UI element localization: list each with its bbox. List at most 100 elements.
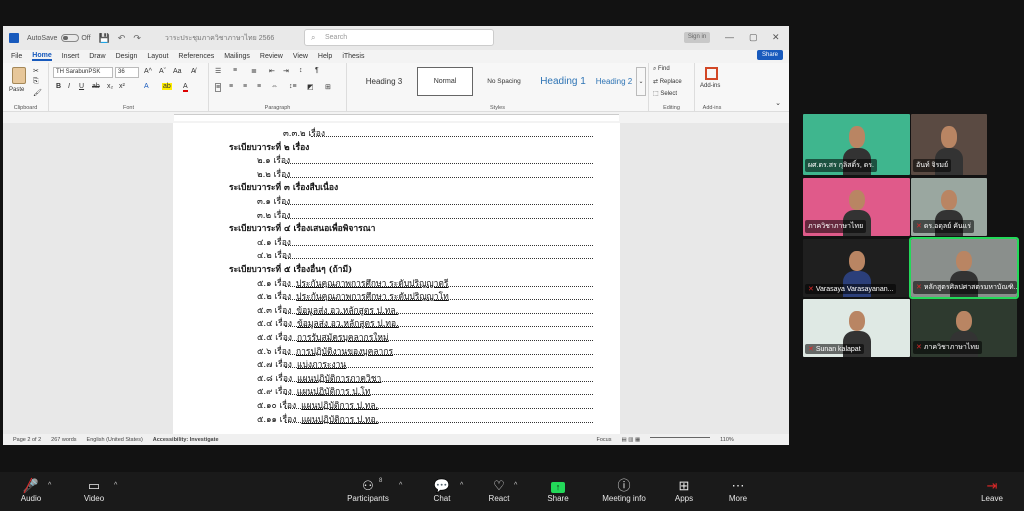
agenda-item[interactable]: ๓.๓.๒ เรื่อง — [283, 126, 330, 140]
participant-tile[interactable]: ✕ Sunan kalapat — [803, 299, 910, 357]
find-button[interactable]: ⌕ Find — [653, 66, 670, 73]
react-button[interactable]: ♡ React — [483, 477, 515, 503]
styles-scroll[interactable]: ⌄ — [636, 67, 646, 96]
undo-icon[interactable]: ↶ — [118, 33, 126, 44]
collapse-ribbon-icon[interactable]: ⌄ — [775, 99, 781, 107]
chat-options-icon[interactable]: ^ — [460, 482, 463, 489]
grow-font-icon[interactable]: A^ — [144, 68, 152, 75]
page-count[interactable]: Page 2 of 2 — [13, 437, 41, 443]
align-right-icon[interactable]: ≡ — [243, 83, 247, 90]
react-options-icon[interactable]: ^ — [514, 482, 517, 489]
tab-draw[interactable]: Draw — [89, 53, 105, 60]
line-spacing-icon[interactable]: ↕≡ — [289, 83, 297, 90]
style-no-spacing[interactable]: No Spacing — [475, 67, 533, 96]
format-painter-icon[interactable]: 🖌 — [33, 89, 42, 97]
show-marks-icon[interactable]: ¶ — [315, 67, 319, 74]
style-heading-3[interactable]: Heading 3 — [353, 67, 415, 96]
leave-button[interactable]: ⇥ Leave — [976, 477, 1008, 503]
increase-indent-icon[interactable]: ⇥ — [283, 67, 289, 75]
agenda-item[interactable]: ๔.๑ เรื่อง — [257, 235, 296, 249]
agenda-item[interactable]: ๕.๒ เรื่อง ประกันคุณภาพการศึกษา ระดับปริญ… — [257, 289, 449, 303]
replace-button[interactable]: ⇄ Replace — [653, 78, 682, 85]
video-button[interactable]: ▭ Video — [78, 477, 110, 503]
paste-label[interactable]: Paste — [9, 87, 24, 93]
video-options-icon[interactable]: ^ — [114, 482, 117, 489]
decrease-indent-icon[interactable]: ⇤ — [269, 67, 275, 75]
participant-tile[interactable]: ✕ ดร.อดุลย์ คันแร่ — [911, 178, 987, 236]
participant-tile[interactable]: ผศ.ดร.สร กุลิสติ์ร, ดร. — [803, 114, 910, 175]
autosave-toggle[interactable] — [61, 34, 80, 42]
style-normal[interactable]: Normal — [417, 67, 473, 96]
addins-label[interactable]: Add-ins — [700, 83, 720, 89]
borders-icon[interactable]: ⊞ — [325, 83, 331, 91]
focus-button[interactable]: Focus — [597, 437, 612, 443]
agenda-item[interactable]: ๕.๑๐ เรื่อง แผนปฏิบัติการ ป.ทล. — [257, 398, 378, 412]
tab-references[interactable]: References — [178, 53, 214, 60]
participants-options-icon[interactable]: ^ — [399, 482, 402, 489]
participant-tile[interactable]: ✕ ภาควิชาภาษาไทย — [911, 299, 1017, 357]
distributed-icon[interactable]: ⇔ — [271, 83, 278, 90]
share-button[interactable]: Share — [756, 50, 783, 60]
agenda-heading[interactable]: ระเบียบวาระที่ ๔ เรื่องเสนอเพื่อพิจารณา — [229, 221, 375, 235]
zoom-slider[interactable] — [650, 437, 711, 438]
font-color-icon[interactable]: A — [183, 83, 188, 92]
ruler[interactable] — [174, 114, 619, 121]
search-input[interactable]: ⌕ Search — [304, 29, 494, 46]
participant-tile[interactable]: ภาควิชาภาษาไทย — [803, 178, 910, 236]
italic-icon[interactable]: I — [68, 83, 70, 90]
justify-icon[interactable]: ≡ — [257, 83, 261, 90]
agenda-heading[interactable]: ระเบียบวาระที่ ๕ เรื่องอื่นๆ (ถ้ามี) — [229, 262, 352, 276]
multilevel-list-icon[interactable]: ≣ — [251, 67, 257, 75]
apps-button[interactable]: ⊞ Apps — [668, 477, 700, 503]
cut-icon[interactable]: ✂ — [33, 67, 39, 75]
save-icon[interactable]: 💾 — [99, 33, 110, 44]
tab-view[interactable]: View — [293, 53, 308, 60]
font-size-select[interactable]: 36 — [115, 67, 139, 78]
share-screen-button[interactable]: ↑ Share — [541, 477, 575, 503]
tab-home[interactable]: Home — [32, 52, 52, 61]
participant-tile[interactable]: ✕ Varasaya Varasayanan... — [803, 239, 910, 297]
tab-review[interactable]: Review — [260, 53, 283, 60]
minimize-icon[interactable]: — — [725, 32, 734, 42]
superscript-icon[interactable]: x² — [119, 83, 125, 90]
tab-mailings[interactable]: Mailings — [224, 53, 250, 60]
agenda-item[interactable]: ๒.๑ เรื่อง — [257, 153, 295, 167]
align-center-icon[interactable]: ≡ — [229, 83, 233, 90]
meeting-info-button[interactable]: ⓘ Meeting info — [598, 477, 650, 503]
participant-tile[interactable]: ✕ หลักสูตรศิลปศาสตรมหาบัณฑิ... — [909, 237, 1019, 299]
maximize-icon[interactable]: ▢ — [749, 32, 758, 43]
document-page[interactable]: ๓.๓.๒ เรื่อง ระเบียบวาระที่ ๒ เรื่อง ๒.๑ เ… — [173, 123, 620, 434]
highlight-icon[interactable]: ab — [162, 83, 172, 90]
agenda-item[interactable]: ๕.๗ เรื่อง แบ่งภาระงาน — [257, 357, 346, 371]
agenda-item[interactable]: ๕.๔ เรื่อง ข้อมูลส่ง อว.หลักสูตร ป.ทอ. — [257, 316, 399, 330]
align-left-icon[interactable]: ≡ — [215, 83, 222, 92]
copy-icon[interactable]: ⎘ — [33, 78, 39, 86]
agenda-item[interactable]: ๓.๒ เรื่อง — [257, 208, 296, 222]
agenda-item[interactable]: ๔.๒ เรื่อง — [257, 248, 296, 262]
agenda-heading[interactable]: ระเบียบวาระที่ ๓ เรื่องสืบเนื่อง — [229, 180, 338, 194]
tab-insert[interactable]: Insert — [62, 53, 80, 60]
tab-ithesis[interactable]: iThesis — [342, 53, 364, 60]
view-mode-icon[interactable]: ▤ ▥ ▦ — [622, 437, 641, 443]
participant-tile[interactable]: อันท์ จิรมย์ — [911, 114, 987, 175]
tab-help[interactable]: Help — [318, 53, 332, 60]
tab-design[interactable]: Design — [116, 53, 138, 60]
shading-icon[interactable]: ◩ — [307, 83, 314, 91]
agenda-item[interactable]: ๕.๑ เรื่อง ประกันคุณภาพการศึกษา ระดับปริญ… — [257, 276, 448, 290]
tab-file[interactable]: File — [11, 53, 22, 60]
subscript-icon[interactable]: x₂ — [107, 83, 113, 90]
agenda-item[interactable]: ๓.๑ เรื่อง — [257, 194, 295, 208]
audio-button[interactable]: 🎤 ╱ Audio — [15, 477, 47, 503]
agenda-item[interactable]: ๕.๓ เรื่อง ข้อมูลส่ง อว.หลักสูตร ป.ทล. — [257, 303, 398, 317]
close-icon[interactable]: ✕ — [772, 32, 780, 43]
accessibility-status[interactable]: Accessibility: Investigate — [153, 437, 219, 443]
agenda-heading[interactable]: ระเบียบวาระที่ ๒ เรื่อง — [229, 140, 309, 154]
sort-icon[interactable]: ↕ — [299, 67, 303, 74]
bullets-icon[interactable]: ☰ — [215, 67, 221, 75]
agenda-item[interactable]: ๒.๒ เรื่อง — [257, 167, 295, 181]
paste-icon[interactable] — [12, 67, 26, 84]
word-count[interactable]: 267 words — [51, 437, 76, 443]
zoom-level[interactable]: 110% — [720, 437, 734, 443]
clear-formatting-icon[interactable]: A̸ — [191, 68, 196, 75]
agenda-item[interactable]: ๕.๑๑ เรื่อง แผนปฏิบัติการ ป.ทอ. — [257, 412, 378, 426]
